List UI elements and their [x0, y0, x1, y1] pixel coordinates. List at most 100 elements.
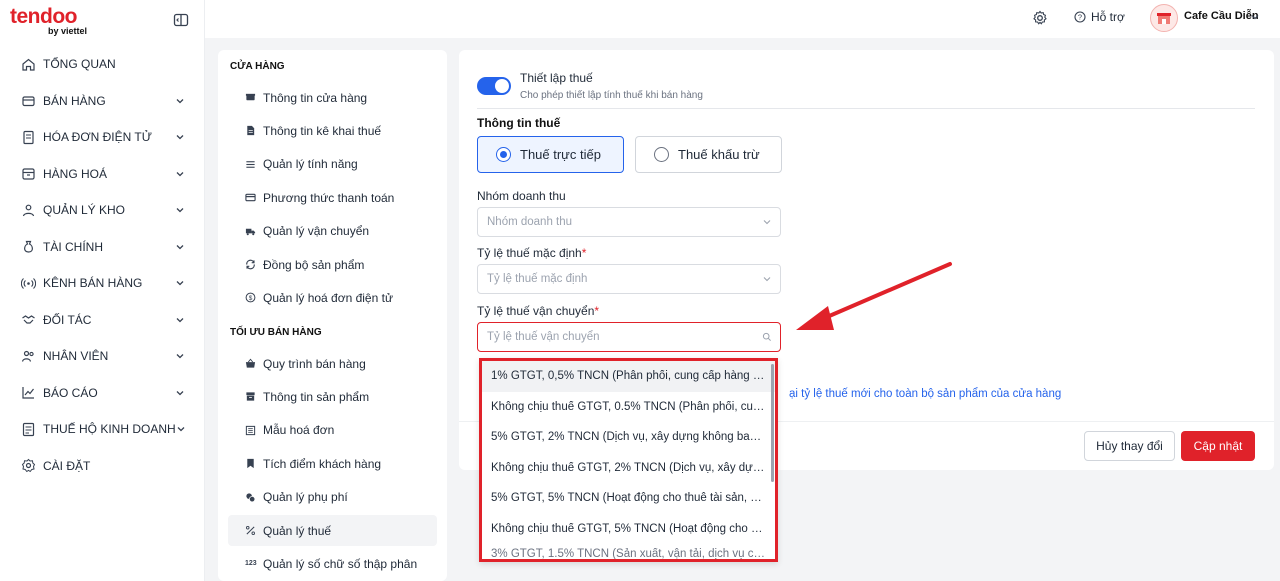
apply-all-products-link[interactable]: ại tỷ lệ thuế mới cho toàn bộ sản phẩm c…: [789, 388, 1061, 400]
radio-direct-tax[interactable]: Thuế trực tiếp: [477, 136, 624, 173]
svg-text:?: ?: [1078, 13, 1082, 22]
settings-submenu-item[interactable]: Mẫu hoá đơn: [228, 415, 437, 446]
shipping-rate-label-text: Tỷ lệ thuế vận chuyển: [477, 304, 595, 318]
default-rate-select[interactable]: Tỷ lệ thuế mặc định: [477, 264, 781, 294]
people-icon: [21, 350, 34, 362]
shipping-rate-label: Tỷ lệ thuế vận chuyển*: [477, 304, 599, 318]
shipping-rate-placeholder: Tỷ lệ thuế vận chuyển: [487, 331, 600, 343]
main-menu: TỔNG QUAN BÁN HÀNG HÓA ĐƠN ĐIỆN TỬ HÀNG HOÁ…: [0, 46, 205, 484]
nav-item[interactable]: NHÂN VIÊN: [0, 338, 205, 375]
update-button[interactable]: Cập nhật: [1181, 431, 1255, 461]
settings-submenu-item[interactable]: Quản lý thuế: [228, 515, 437, 546]
settings-submenu-item-label: Mẫu hoá đơn: [263, 423, 335, 438]
chevron-down-icon: [176, 317, 184, 323]
nav-item[interactable]: KÊNH BÁN HÀNG: [0, 265, 205, 302]
chevron-down-icon: [176, 135, 184, 140]
nav-item-label: THUẾ HỘ KINH DOANH: [43, 422, 176, 437]
cancel-changes-button[interactable]: Hủy thay đổi: [1084, 431, 1175, 461]
dropdown-option[interactable]: 1% GTGT, 0,5% TNCN (Phân phối, cung cấp …: [482, 361, 775, 392]
chevron-down-icon: [176, 244, 184, 250]
basket-icon: [245, 358, 256, 368]
store-name[interactable]: Cafe Cầu Diễn: [1184, 10, 1259, 22]
receipt-icon: [23, 130, 34, 144]
chevron-down-icon[interactable]: [1250, 12, 1260, 22]
store-avatar[interactable]: [1150, 4, 1178, 32]
cart-icon: [22, 96, 35, 107]
radio-deduct-tax[interactable]: Thuế khấu trừ: [635, 136, 782, 173]
left-navigation: tendoo by viettel TỔNG QUAN BÁN HÀNG HÓA Đ…: [0, 0, 205, 581]
section-optimize-title: TỐI ƯU BÁN HÀNG: [230, 327, 322, 338]
settings-submenu-item[interactable]: 123 Quản lý số chữ số thập phân: [228, 548, 437, 579]
nav-item-label: HÓA ĐƠN ĐIỆN TỬ: [43, 130, 152, 145]
nav-item[interactable]: TÀI CHÍNH: [0, 229, 205, 266]
nav-item[interactable]: CÀI ĐẶT: [0, 448, 205, 485]
gear-icon[interactable]: [1032, 10, 1048, 26]
settings-submenu-item-label: Thông tin cửa hàng: [263, 90, 368, 105]
settings-submenu-item-label: Quản lý số chữ số thập phân: [263, 556, 418, 571]
dropdown-option[interactable]: 3% GTGT, 1.5% TNCN (Sản xuất, vận tải, d…: [482, 544, 775, 559]
tax-setup-toggle[interactable]: [477, 77, 511, 95]
sync-icon: [246, 259, 255, 270]
tendoo-logo[interactable]: tendoo by viettel: [10, 5, 87, 37]
revenue-group-select[interactable]: Nhóm doanh thu: [477, 207, 781, 237]
radio-selected-icon: [496, 147, 511, 162]
nav-item[interactable]: ĐỐI TÁC: [0, 302, 205, 339]
help-icon: ?: [1074, 11, 1086, 23]
revenue-group-label: Nhóm doanh thu: [477, 189, 566, 203]
svg-text:$: $: [249, 295, 253, 302]
settings-submenu-item-label: Phương thức thanh toán: [263, 190, 395, 205]
nav-item-label: QUẢN LÝ KHO: [43, 203, 126, 218]
invoice-template-icon: [245, 425, 256, 435]
collapse-sidebar-icon[interactable]: [173, 12, 189, 28]
dropdown-option-label: Không chịu thuế GTGT, 0.5% TNCN (Phân ph…: [491, 400, 765, 413]
default-rate-label: Tỷ lệ thuế mặc định*: [477, 246, 586, 260]
settings-submenu-item-label: Tích điểm khách hàng: [263, 456, 382, 471]
nav-item-label: CÀI ĐẶT: [43, 458, 91, 473]
settings-submenu-item[interactable]: Đồng bộ sản phẩm: [228, 249, 437, 280]
dropdown-option[interactable]: Không chịu thuế GTGT, 0.5% TNCN (Phân ph…: [482, 392, 775, 423]
nav-item-label: NHÂN VIÊN: [43, 349, 109, 364]
radio-unselected-icon: [654, 147, 669, 162]
shipping-rate-select[interactable]: Tỷ lệ thuế vận chuyển: [477, 322, 781, 352]
dropdown-option-label: Không chịu thuế GTGT, 5% TNCN (Hoạt động…: [491, 522, 765, 535]
settings-submenu-item[interactable]: Phương thức thanh toán: [228, 182, 437, 213]
required-mark: *: [581, 246, 587, 260]
nav-item[interactable]: QUẢN LÝ KHO: [0, 192, 205, 229]
dropdown-option[interactable]: Không chịu thuế GTGT, 2% TNCN (Dịch vụ, …: [482, 453, 775, 484]
dropdown-option[interactable]: 5% GTGT, 2% TNCN (Dịch vụ, xây dựng khôn…: [482, 422, 775, 453]
nav-item[interactable]: THUẾ HỘ KINH DOANH: [0, 411, 205, 448]
settings-submenu-item[interactable]: Thông tin sản phẩm: [228, 381, 437, 412]
help-label: Hỗ trợ: [1091, 10, 1125, 24]
required-mark: *: [594, 304, 600, 318]
settings-submenu-item-label: Quản lý thuế: [263, 523, 332, 538]
brand-name: tendoo: [10, 5, 77, 28]
settings-submenu-item[interactable]: Quản lý vận chuyển: [228, 216, 437, 247]
chevron-down-icon: [176, 390, 184, 396]
nav-item[interactable]: BÁO CÁO: [0, 375, 205, 412]
dropdown-option[interactable]: 5% GTGT, 5% TNCN (Hoạt động cho thuê tài…: [482, 483, 775, 514]
dropdown-option-label: 5% GTGT, 5% TNCN (Hoạt động cho thuê tài…: [491, 492, 765, 505]
nav-item[interactable]: BÁN HÀNG: [0, 83, 205, 120]
red-arrow-annotation: [796, 262, 952, 330]
dropdown-option[interactable]: Không chịu thuế GTGT, 5% TNCN (Hoạt động…: [482, 514, 775, 545]
settings-submenu-item[interactable]: $ Quản lý hoá đơn điện tử: [228, 282, 437, 313]
tax-info-title: Thông tin thuế: [477, 116, 561, 130]
nav-item[interactable]: HÀNG HOÁ: [0, 156, 205, 193]
divider: [477, 108, 1255, 109]
settings-submenu-item[interactable]: Thông tin kê khai thuế: [228, 115, 437, 146]
help-button[interactable]: ? Hỗ trợ: [1074, 10, 1125, 24]
settings-submenu-item[interactable]: Thông tin cửa hàng: [228, 82, 437, 113]
handshake-icon: [22, 315, 35, 324]
settings-submenu-item[interactable]: Quản lý tính năng: [228, 149, 437, 180]
nav-item[interactable]: HÓA ĐƠN ĐIỆN TỬ: [0, 119, 205, 156]
dropdown-scrollbar[interactable]: [771, 364, 774, 482]
settings-submenu-item[interactable]: Quy trình bán hàng: [228, 348, 437, 379]
nav-item[interactable]: TỔNG QUAN: [0, 46, 205, 83]
settings-submenu-item-label: Đồng bộ sản phẩm: [263, 257, 365, 272]
settings-submenu-item[interactable]: Tích điểm khách hàng: [228, 448, 437, 479]
settings-submenu-item[interactable]: Quản lý phụ phí: [228, 482, 437, 513]
settings-submenu-item-label: Quy trình bán hàng: [263, 356, 366, 371]
store-icon: [1157, 13, 1171, 24]
bookmark-icon: [247, 459, 254, 469]
tax-setup-description: Cho phép thiết lập tính thuế khi bán hàn…: [520, 90, 703, 101]
